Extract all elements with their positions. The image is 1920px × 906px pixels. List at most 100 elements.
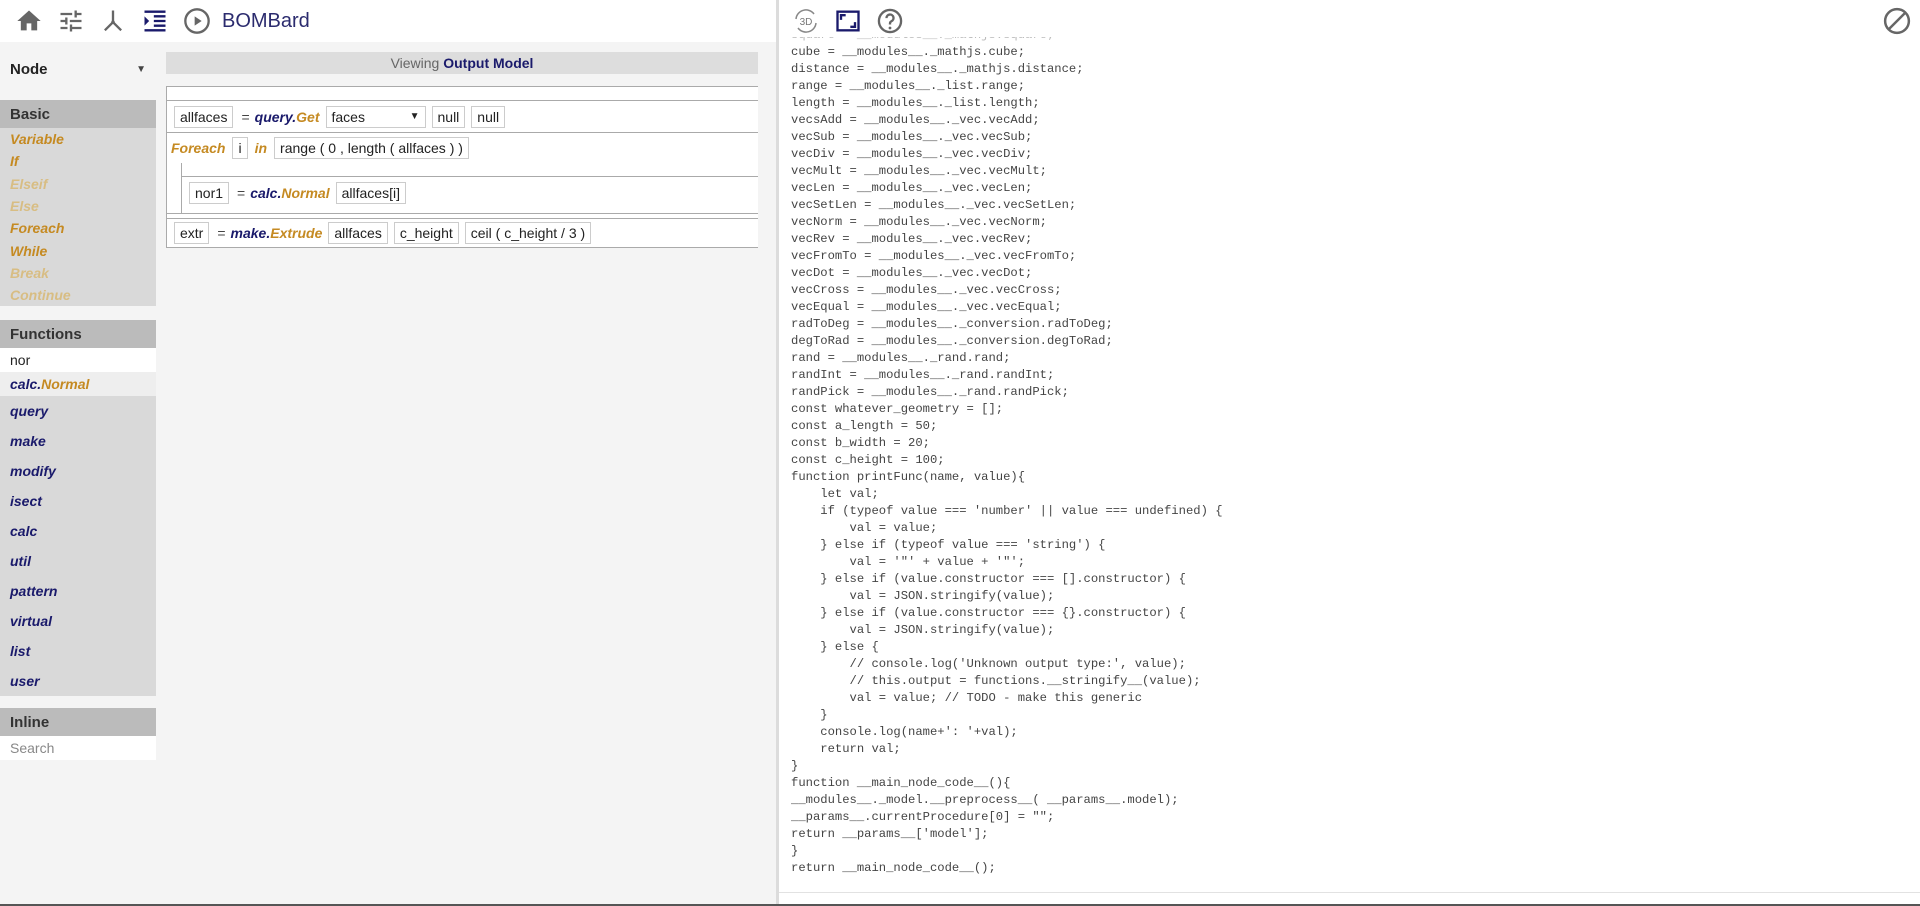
code-line: function __main_node_code__(){ (791, 776, 1011, 790)
indent-icon[interactable] (134, 0, 176, 42)
function-module: query. (254, 108, 297, 125)
code-line: // console.log('Unknown output type:', v… (791, 657, 1186, 671)
argument-chip[interactable]: null (431, 105, 466, 128)
code-line: } else if (value.constructor === {}.cons… (791, 606, 1186, 620)
sliders-icon[interactable] (50, 0, 92, 42)
flowchart-editor-pane: BOMBard Node ▼ Basic Variable If Elseif … (0, 0, 776, 904)
argument-chip[interactable]: allfaces (328, 222, 388, 244)
code-line: cube = __modules__._mathjs.cube; (791, 45, 1026, 59)
inline-section-header[interactable]: Inline (0, 708, 156, 737)
viewing-model-name: Output Model (443, 55, 534, 71)
category-calc[interactable]: calc (0, 516, 156, 546)
equals-sign: = (217, 225, 226, 241)
code-line: val = '"' + value + '"'; (791, 555, 1026, 569)
category-util[interactable]: util (0, 546, 156, 576)
code-divider (779, 892, 1920, 893)
code-line: function printFunc(name, value){ (791, 470, 1026, 484)
basic-item-while[interactable]: While (0, 239, 156, 261)
range-expression-chip[interactable]: range ( 0 , length ( allfaces ) ) (274, 137, 469, 159)
home-icon[interactable] (8, 0, 50, 42)
function-search-input[interactable]: nor (0, 348, 156, 373)
code-line: vecRev = __modules__._vec.vecRev; (791, 232, 1033, 246)
variable-chip[interactable]: extr (174, 222, 210, 244)
node-type-value: Node (10, 60, 48, 78)
viewing-prefix: Viewing (390, 55, 444, 71)
generated-code-view[interactable]: square = __modules__._mathjs.square;cube… (791, 37, 1901, 889)
result-module: calc. (10, 376, 42, 393)
code-line: let val; (791, 487, 879, 501)
variable-chip[interactable]: allfaces (174, 105, 234, 128)
3d-icon[interactable]: 3D (785, 0, 827, 42)
basic-item-elseif: Elseif (10, 175, 48, 192)
category-isect[interactable]: isect (0, 486, 156, 516)
basic-item-variable[interactable]: Variable (0, 128, 156, 150)
category-make[interactable]: make (0, 426, 156, 456)
category-query[interactable]: query (0, 396, 156, 426)
procedure-line-allfaces[interactable]: allfaces = query. Get faces ▼ null null (167, 101, 758, 133)
play-icon[interactable] (176, 0, 218, 42)
category-user[interactable]: user (0, 666, 156, 696)
fullscreen-icon[interactable] (827, 0, 869, 42)
equals-sign: = (237, 185, 246, 201)
category-list[interactable]: list (0, 636, 156, 666)
argument-chip[interactable]: c_height (393, 222, 459, 244)
code-line: const c_height = 100; (791, 453, 945, 467)
iterator-chip[interactable]: i (232, 137, 248, 159)
axis-icon[interactable] (92, 0, 134, 42)
chevron-down-icon: ▼ (136, 63, 146, 75)
basic-section-header[interactable]: Basic (0, 100, 156, 128)
basic-item-continue: Continue (10, 287, 71, 304)
in-keyword: in (254, 140, 268, 156)
code-line: val = JSON.stringify(value); (791, 623, 1055, 637)
code-text: square = __modules__._mathjs.square;cube… (791, 37, 1901, 877)
argument-chip[interactable]: ceil ( c_height / 3 ) (464, 222, 592, 244)
procedure-line-nor1[interactable]: nor1 = calc. Normal allfaces[i] (182, 177, 758, 209)
category-modify[interactable]: modify (0, 456, 156, 486)
main-toolbar: BOMBard (0, 0, 776, 42)
functions-section-header[interactable]: Functions (0, 320, 156, 349)
basic-item-else: Else (10, 198, 39, 215)
code-line: randPick = __modules__._rand.randPick; (791, 385, 1069, 399)
foreach-body: nor1 = calc. Normal allfaces[i] (181, 163, 758, 213)
code-line: distance = __modules__._mathjs.distance; (791, 62, 1084, 76)
argument-chip[interactable]: allfaces[i] (335, 182, 406, 204)
code-line: vecsAdd = __modules__._vec.vecAdd; (791, 113, 1040, 127)
help-icon[interactable] (869, 0, 911, 42)
code-viewer-pane: 3D square = __modules__._mathjs.square;c… (779, 0, 1920, 904)
procedure-editor: Viewing Output Model allfaces = query. Ge… (166, 52, 758, 248)
code-line: vecMult = __modules__._vec.vecMult; (791, 164, 1047, 178)
inline-search-input[interactable]: Search (0, 736, 156, 761)
code-line: val = value; (791, 521, 938, 535)
function-search-result[interactable]: calc. Normal (0, 372, 156, 397)
basic-item-if[interactable]: If (0, 150, 156, 172)
code-line: console.log(name+': '+val); (791, 725, 1018, 739)
function-name: Get (296, 108, 320, 125)
variable-chip[interactable]: nor1 (189, 182, 230, 204)
code-line: vecNorm = __modules__._vec.vecNorm; (791, 215, 1047, 229)
caret-down-icon: ▼ (409, 111, 420, 122)
procedure-line-foreach[interactable]: Foreach i in range ( 0 , length ( allfac… (167, 133, 758, 163)
code-line: } (791, 759, 799, 773)
code-line: } (791, 844, 799, 858)
result-function: Normal (41, 376, 90, 393)
procedure-line-extr[interactable]: extr = make. Extrude allfaces c_height ce… (167, 218, 758, 248)
code-line: __modules__._model.__preprocess__( __par… (791, 793, 1179, 807)
disable-icon[interactable] (1882, 6, 1912, 36)
code-line: range = __modules__._list.range; (791, 79, 1026, 93)
basic-list: Variable If Elseif Else Foreach While Br… (0, 128, 156, 307)
category-pattern[interactable]: pattern (0, 576, 156, 606)
viewer-toolbar: 3D (779, 0, 1920, 42)
code-line: vecSetLen = __modules__._vec.vecSetLen; (791, 198, 1077, 212)
code-line: radToDeg = __modules__._conversion.radTo… (791, 317, 1113, 331)
basic-item-foreach[interactable]: Foreach (0, 217, 156, 239)
code-line: rand = __modules__._rand.rand; (791, 351, 1011, 365)
node-type-select[interactable]: Node ▼ (0, 50, 156, 88)
code-line: square = __modules__._mathjs.square; (791, 37, 1901, 44)
function-module: make. (230, 225, 271, 241)
code-line: const b_width = 20; (791, 436, 930, 450)
function-module: calc. (250, 185, 282, 201)
code-line: vecDiv = __modules__._vec.vecDiv; (791, 147, 1033, 161)
entity-type-select[interactable]: faces ▼ (325, 105, 426, 128)
category-virtual[interactable]: virtual (0, 606, 156, 636)
argument-chip[interactable]: null (471, 105, 506, 128)
